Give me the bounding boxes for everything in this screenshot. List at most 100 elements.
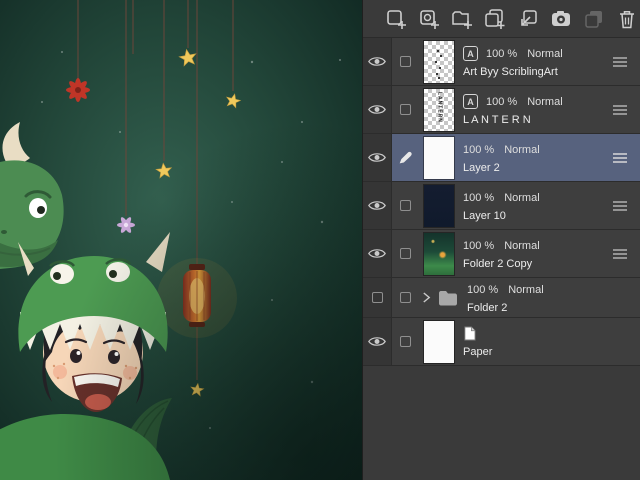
layer-row-art-byy[interactable]: A 100 % Normal Art Byy ScriblingArt <box>363 38 640 86</box>
layer-thumbnail[interactable] <box>424 136 454 179</box>
hamburger-icon <box>613 200 627 211</box>
thumb-vertical-text: LANTERN <box>436 91 443 123</box>
layer-blend-mode: Normal <box>504 239 540 252</box>
trash-icon <box>620 10 634 28</box>
layer-meta: 100 % Normal Folder 2 <box>467 282 544 314</box>
text-layer-icon: A <box>463 46 478 61</box>
layer-meta: 100 % Normal Folder 2 Copy <box>463 238 540 270</box>
eye-icon <box>368 153 386 162</box>
camera-import-button[interactable] <box>550 8 572 30</box>
layer-blend-mode: Normal <box>527 95 563 108</box>
duplicate-layer-button[interactable] <box>484 8 506 30</box>
layer-thumbnail[interactable] <box>424 232 454 275</box>
folder-icon <box>438 290 458 306</box>
page-icon <box>464 326 476 341</box>
layer-select-checkbox[interactable] <box>392 56 418 67</box>
layer-row-folder-2-copy[interactable]: 100 % Normal Folder 2 Copy <box>363 230 640 278</box>
drag-handle[interactable] <box>612 200 628 212</box>
folder-expand-toggle[interactable] <box>422 291 431 304</box>
visibility-toggle[interactable] <box>363 230 392 277</box>
layer-name: Layer 10 <box>463 209 506 222</box>
layer-select-checkbox[interactable] <box>392 248 418 259</box>
layer-row-layer-2[interactable]: 100 % Normal Layer 2 <box>363 134 640 182</box>
layer-name: Layer 2 <box>463 161 500 174</box>
layer-opacity: 100 % <box>463 191 495 204</box>
layer-meta: A 100 % Normal L A N T E R N <box>463 94 563 126</box>
layer-opacity: 100 % <box>486 47 518 60</box>
canvas-vignette <box>0 0 362 480</box>
layers-toolbar <box>363 0 640 38</box>
editing-indicator <box>392 150 418 165</box>
layer-name: Folder 2 <box>467 301 508 314</box>
drag-handle[interactable] <box>612 248 628 260</box>
checkbox <box>399 336 411 347</box>
layer-blend-mode: Normal <box>504 191 540 204</box>
drag-handle[interactable] <box>612 104 628 116</box>
new-folder-button[interactable] <box>451 8 473 30</box>
layer-row-paper[interactable]: Paper <box>363 318 640 366</box>
layer-name: L A N T E R N <box>463 113 531 126</box>
hamburger-icon <box>613 56 627 67</box>
eye-icon <box>368 57 386 66</box>
transfer-layer-icon <box>521 9 537 26</box>
visibility-toggle[interactable] <box>363 38 392 85</box>
layer-name: Paper <box>463 345 493 358</box>
layer-opacity: 100 % <box>463 143 495 156</box>
checkbox <box>371 292 383 303</box>
checkbox <box>399 56 411 67</box>
thumb-scribble <box>437 49 439 52</box>
eye-icon <box>368 201 386 210</box>
pencil-icon <box>399 151 412 164</box>
layer-opacity: 100 % <box>467 283 499 296</box>
layer-thumbnail[interactable] <box>424 40 454 83</box>
layer-blend-mode: Normal <box>508 283 544 296</box>
panel-empty-area <box>363 366 640 480</box>
layer-thumbnail[interactable] <box>424 184 454 227</box>
delete-layer-button[interactable] <box>616 8 638 30</box>
transfer-layer-button[interactable] <box>517 8 539 30</box>
layers-panel: A 100 % Normal Art Byy ScriblingArt LANT… <box>362 0 640 480</box>
visibility-toggle[interactable] <box>363 134 392 181</box>
layer-meta: Paper <box>463 326 492 358</box>
new-layer-icon <box>387 9 406 29</box>
checkbox <box>399 200 411 211</box>
layer-pair-button[interactable] <box>583 8 605 30</box>
layer-list: A 100 % Normal Art Byy ScriblingArt LANT… <box>363 38 640 366</box>
drag-handle[interactable] <box>612 56 628 68</box>
layer-meta: 100 % Normal Layer 2 <box>463 142 540 174</box>
layer-opacity: 100 % <box>463 239 495 252</box>
new-folder-icon <box>452 10 472 29</box>
hamburger-icon <box>613 152 627 163</box>
visibility-toggle[interactable] <box>363 278 392 317</box>
layer-row-lantern[interactable]: LANTERN A 100 % Normal L A N T E R N <box>363 86 640 134</box>
layer-row-folder-2[interactable]: 100 % Normal Folder 2 <box>363 278 640 318</box>
drag-handle[interactable] <box>612 152 628 164</box>
layer-name: Folder 2 Copy <box>463 257 533 270</box>
visibility-toggle[interactable] <box>363 318 392 365</box>
text-layer-icon: A <box>463 94 478 109</box>
layer-select-checkbox[interactable] <box>392 104 418 115</box>
layer-select-checkbox[interactable] <box>392 292 418 303</box>
layer-select-checkbox[interactable] <box>392 200 418 211</box>
add-layer-special-icon <box>420 9 439 29</box>
camera-icon <box>552 10 570 26</box>
canvas-area[interactable] <box>0 0 362 480</box>
app-window: A 100 % Normal Art Byy ScriblingArt LANT… <box>0 0 640 480</box>
canvas-artwork <box>0 0 362 480</box>
layer-blend-mode: Normal <box>504 143 540 156</box>
layer-opacity: 100 % <box>486 95 518 108</box>
layer-select-checkbox[interactable] <box>392 336 418 347</box>
checkbox <box>399 104 411 115</box>
add-layer-special-button[interactable] <box>418 8 440 30</box>
new-layer-button[interactable] <box>385 8 407 30</box>
visibility-toggle[interactable] <box>363 86 392 133</box>
hamburger-icon <box>613 104 627 115</box>
chevron-right-icon <box>423 292 431 303</box>
layer-row-layer-10[interactable]: 100 % Normal Layer 10 <box>363 182 640 230</box>
layer-blend-mode: Normal <box>527 47 563 60</box>
layer-thumbnail[interactable] <box>424 320 454 363</box>
visibility-toggle[interactable] <box>363 182 392 229</box>
layer-thumbnail[interactable]: LANTERN <box>424 88 454 131</box>
layer-meta: 100 % Normal Layer 10 <box>463 190 540 222</box>
layer-name: Art Byy ScriblingArt <box>463 65 558 78</box>
